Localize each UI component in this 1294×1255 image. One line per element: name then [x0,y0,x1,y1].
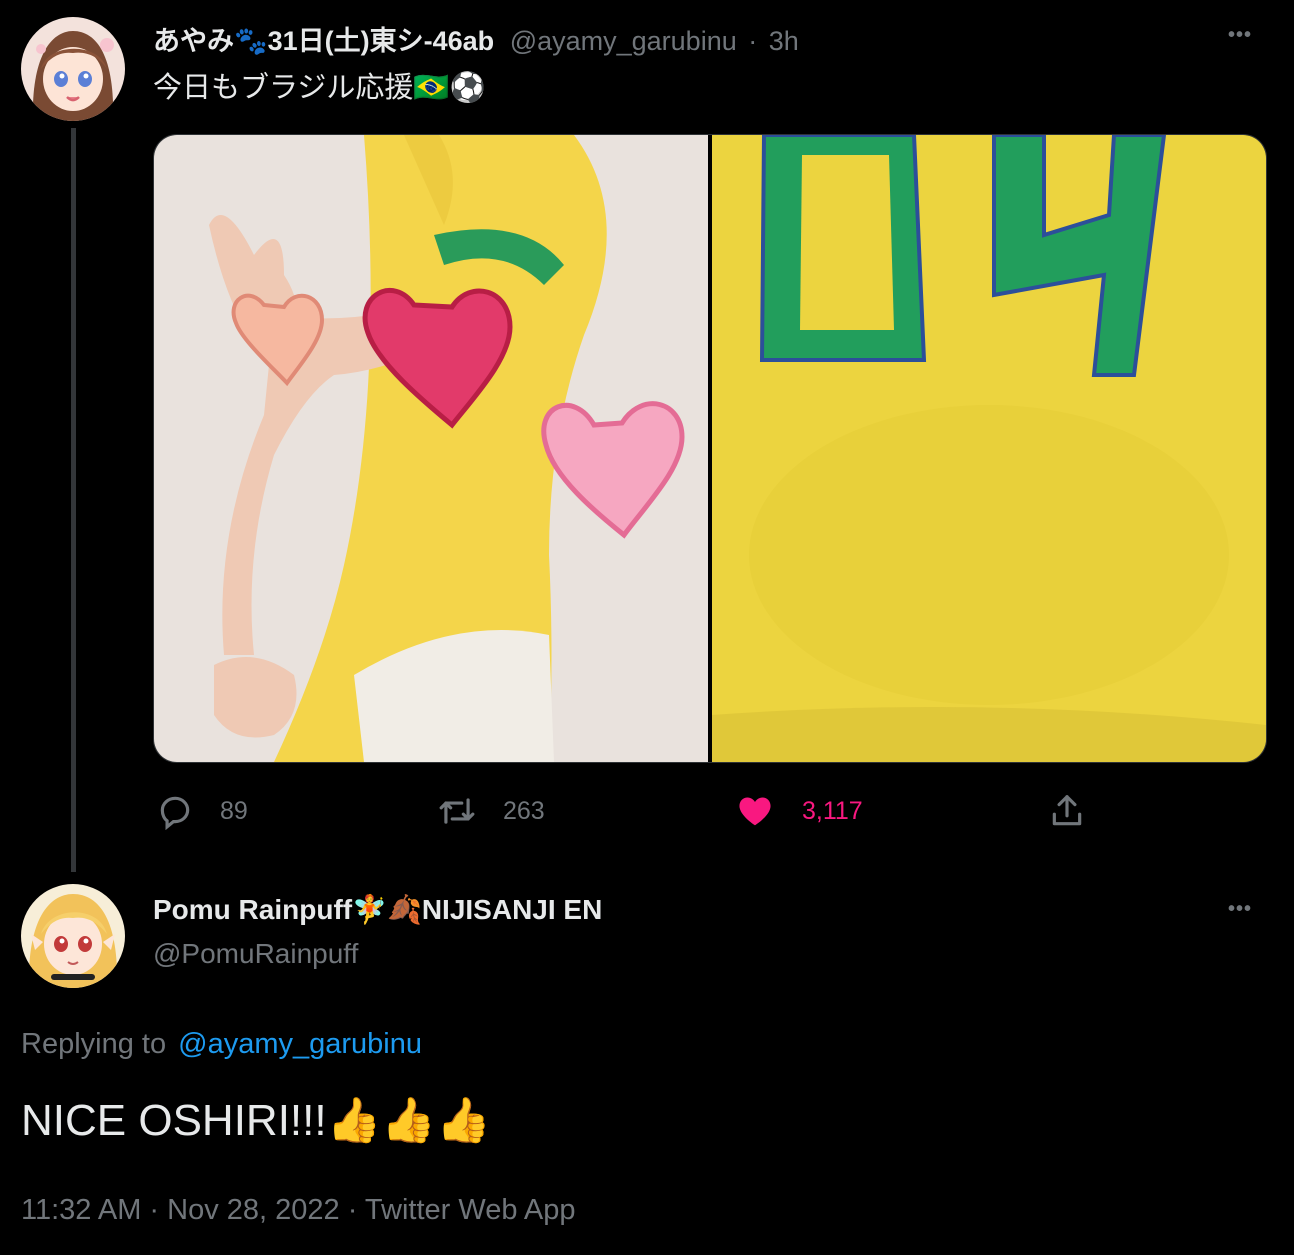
more-options-icon[interactable]: ••• [1228,24,1252,47]
replying-to-label: Replying to [21,1028,167,1060]
reply-timestamp[interactable]: 11:32 AM · Nov 28, 2022 · Twitter Web Ap… [21,1194,576,1227]
reply-author-handle[interactable]: @PomuRainpuff [153,938,358,970]
avatar-illustration [21,884,125,988]
photo-right[interactable] [712,135,1266,762]
retweet-count: 263 [503,796,545,825]
share-upload-icon[interactable] [1048,792,1086,830]
author-avatar[interactable] [21,17,125,121]
avatar-illustration [21,17,125,121]
reply-author-avatar[interactable] [21,884,125,988]
media-photos[interactable] [154,135,1266,762]
tweet-media-grid [153,134,1267,763]
retweet-icon[interactable] [437,792,477,830]
tweet1-header: あやみ🐾31日(土)東シ-46ab @ayamy_garubinu · 3h [153,19,799,58]
reply-text: NICE OSHIRI!!!👍👍👍 [21,1096,491,1145]
reply-author-display-name[interactable]: Pomu Rainpuff🧚🍂NIJISANJI EN [153,893,602,926]
heart-filled-icon[interactable] [736,792,774,830]
like-action[interactable]: 3,117 [736,792,863,830]
reply-action[interactable]: 89 [156,792,248,830]
reply-bubble-icon[interactable] [156,792,194,830]
tweet-time[interactable]: 3h [769,26,799,56]
replying-to-handle-link[interactable]: @ayamy_garubinu [178,1028,422,1060]
photo-left[interactable] [154,135,708,762]
author-handle[interactable]: @ayamy_garubinu [510,26,737,56]
share-action[interactable] [1048,792,1086,830]
thread-connector-line [71,128,76,872]
reply-more-options-icon[interactable]: ••• [1228,898,1252,921]
reply-count: 89 [220,796,248,825]
retweet-action[interactable]: 263 [437,792,545,830]
author-display-name[interactable]: あやみ🐾31日(土)東シ-46ab [153,26,494,56]
like-count: 3,117 [802,796,863,825]
tweet-text: 今日もブラジル応援🇧🇷⚽ [153,72,486,104]
header-separator: · [748,26,758,56]
replying-to: Replying to @ayamy_garubinu [21,1028,422,1061]
